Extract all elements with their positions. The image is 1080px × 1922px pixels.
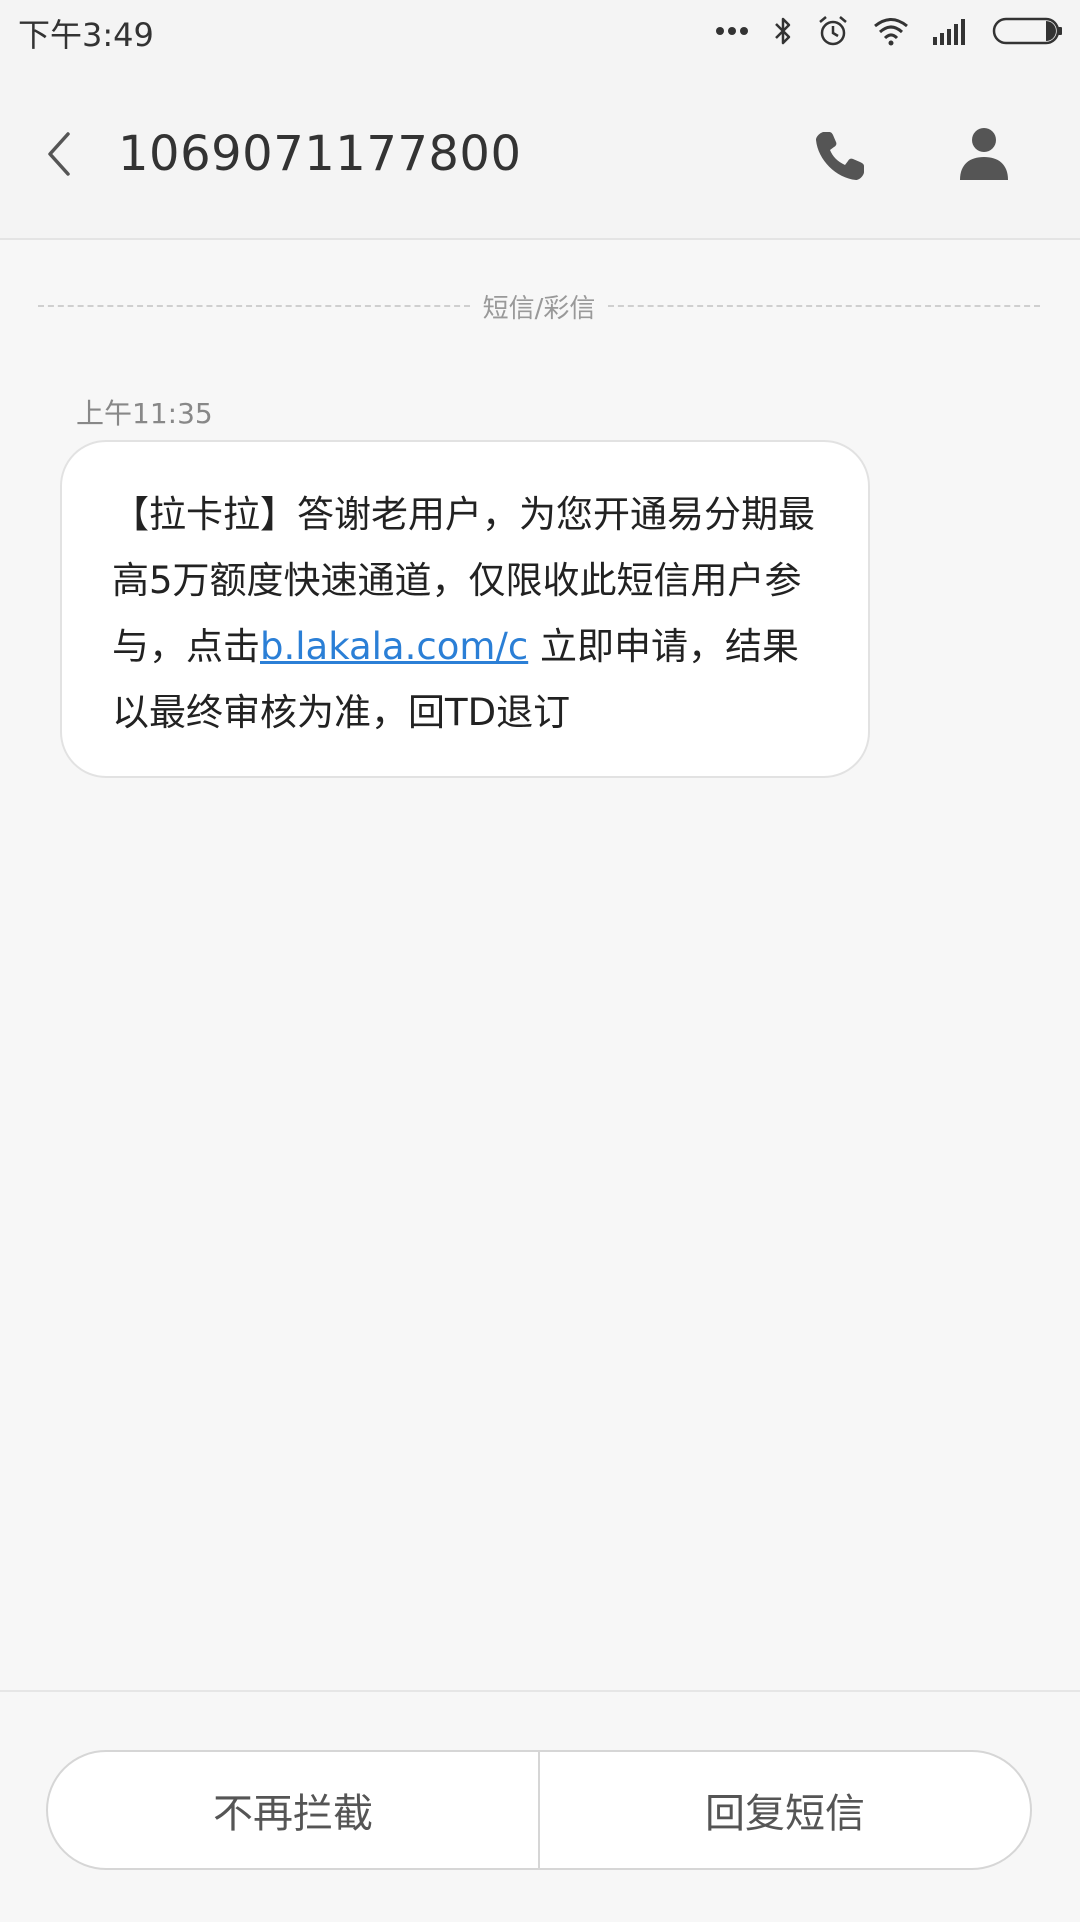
wifi-icon [872,16,910,46]
alarm-icon [816,14,850,48]
battery-icon [992,16,1064,46]
contact-title: 1069071177800 [118,126,522,182]
message-bubble[interactable]: 【拉卡拉】答谢老用户，为您开通易分期最高5万额度快速通道，仅限收此短信用户参与，… [60,440,870,778]
status-time: 下午3:49 [18,16,154,54]
chevron-left-icon[interactable] [40,130,80,178]
more-dots-icon [714,25,750,37]
status-bar: 下午3:49 [0,0,1080,62]
reply-sms-button[interactable]: 回复短信 [540,1752,1030,1868]
person-icon[interactable] [958,126,1010,182]
action-button-group: 不再拦截 回复短信 [46,1750,1032,1870]
unblock-button[interactable]: 不再拦截 [48,1752,538,1868]
message-type-divider: 短信/彩信 [38,288,1040,324]
phone-icon[interactable] [812,128,868,184]
message-link[interactable]: b.lakala.com/c [260,625,528,668]
message-text: 【拉卡拉】答谢老用户，为您开通易分期最高5万额度快速通道，仅限收此短信用户参与，… [112,482,828,746]
divider-line-right [608,305,1040,307]
signal-icon [932,17,970,45]
status-icons [714,12,1064,50]
message-timestamp: 上午11:35 [76,397,213,430]
conversation-header: 1069071177800 [0,62,1080,240]
bottom-action-bar: 不再拦截 回复短信 [0,1690,1080,1922]
bluetooth-icon [772,15,794,47]
